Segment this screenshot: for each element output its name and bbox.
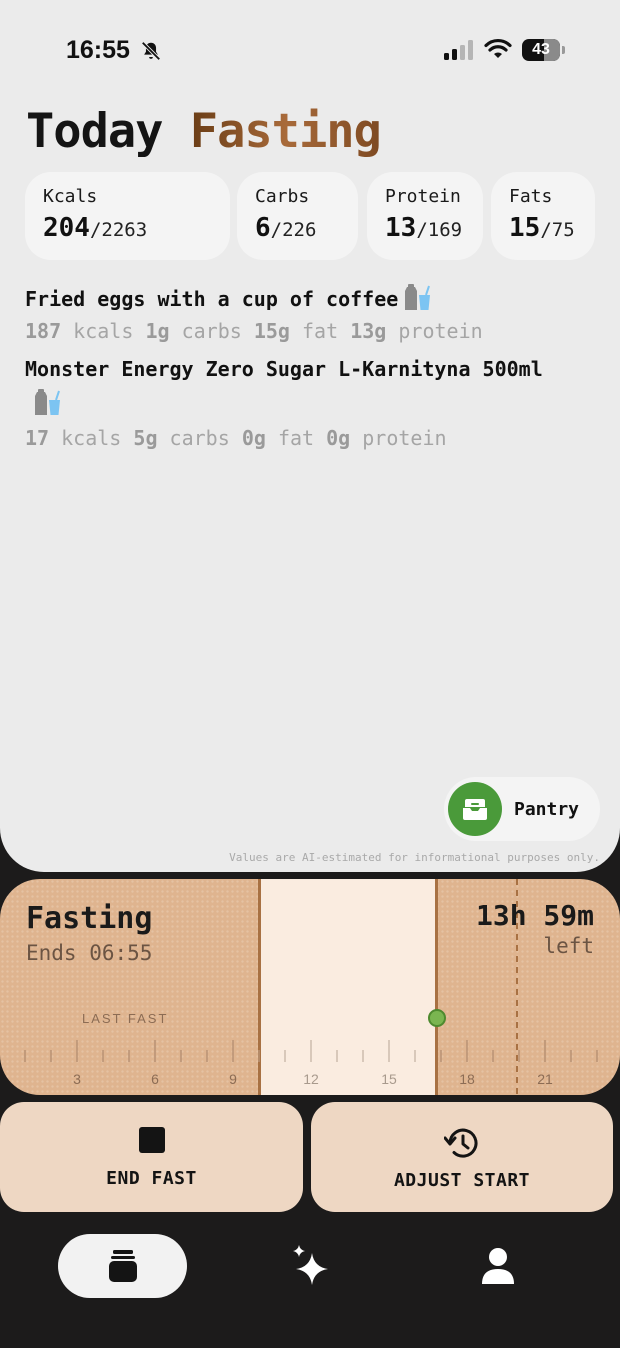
battery-level: 43 bbox=[532, 41, 550, 58]
status-time: 16:55 bbox=[66, 36, 130, 64]
food-item-name[interactable]: Fried eggs with a cup of coffee bbox=[25, 283, 434, 311]
fasting-remaining-label: left bbox=[543, 934, 594, 958]
cellular-signal-icon bbox=[444, 40, 473, 60]
timeline-hour-label: 12 bbox=[303, 1071, 319, 1087]
adjust-start-button[interactable]: ADJUST START bbox=[311, 1102, 613, 1212]
history-clock-icon bbox=[444, 1128, 478, 1158]
macro-value: 204 bbox=[43, 213, 90, 243]
current-time-marker bbox=[428, 1009, 446, 1027]
fasting-remaining-value: 13h 59m bbox=[475, 899, 594, 932]
fasting-ends-time: Ends 06:55 bbox=[26, 941, 153, 965]
macro-goal: /75 bbox=[540, 219, 575, 241]
macro-label: Fats bbox=[509, 186, 553, 207]
last-fast-label: LAST FAST bbox=[82, 1011, 169, 1026]
end-fast-button[interactable]: END FAST bbox=[0, 1102, 303, 1212]
fasting-title: Fasting bbox=[26, 901, 153, 936]
title-fasting: Fasting bbox=[189, 104, 382, 159]
wifi-icon bbox=[484, 38, 512, 58]
battery-indicator: 43 bbox=[522, 39, 565, 61]
macro-label: Protein bbox=[385, 186, 461, 207]
adjust-start-label: ADJUST START bbox=[393, 1170, 531, 1191]
fasting-remaining: 13h 59m left bbox=[476, 899, 594, 958]
timeline-hour-label: 15 bbox=[381, 1071, 397, 1087]
macro-card-kcals[interactable]: Kcals 204/2263 bbox=[25, 172, 230, 260]
macro-card-carbs[interactable]: Carbs 6/226 bbox=[237, 172, 358, 260]
status-bar: 16:55 43 bbox=[0, 0, 620, 100]
timeline-hour-label: 21 bbox=[537, 1071, 553, 1087]
timeline-hour-label: 6 bbox=[151, 1071, 159, 1087]
title-today: Today bbox=[26, 104, 163, 159]
timeline-hour-label: 9 bbox=[229, 1071, 237, 1087]
food-item-stats: 187 kcals 1g carbs 15g fat 13g protein bbox=[25, 319, 483, 343]
macro-goal: /169 bbox=[416, 219, 463, 241]
pantry-icon-circle bbox=[448, 782, 502, 836]
grocery-bag-drink-icon bbox=[405, 284, 431, 310]
macro-goal: /226 bbox=[270, 219, 317, 241]
macro-label: Kcals bbox=[43, 186, 98, 207]
macro-label: Carbs bbox=[255, 186, 310, 207]
food-name-text: Fried eggs with a cup of coffee bbox=[25, 287, 399, 311]
timeline-hour-label: 3 bbox=[73, 1071, 81, 1087]
pantry-label: Pantry bbox=[514, 799, 580, 820]
macro-card-fats[interactable]: Fats 15/75 bbox=[491, 172, 595, 260]
food-item-name[interactable]: Monster Energy Zero Sugar L-Karnityna 50… bbox=[25, 357, 543, 381]
fasting-card[interactable]: 3 6 9 12 15 18 21 Fasting Ends 06:55 13h 59m l… bbox=[0, 879, 620, 1095]
macro-value: 13 bbox=[385, 213, 417, 243]
macro-card-protein[interactable]: Protein 13/169 bbox=[367, 172, 483, 260]
grocery-bag-drink-icon bbox=[35, 389, 60, 415]
end-fast-label: END FAST bbox=[106, 1168, 197, 1189]
food-name-text: Monster Energy Zero Sugar L-Karnityna 50… bbox=[25, 357, 543, 381]
bell-slash-icon bbox=[141, 41, 161, 61]
macro-value: 6 bbox=[255, 213, 271, 243]
inbox-tray-icon bbox=[463, 799, 487, 820]
jar-icon bbox=[109, 1250, 137, 1282]
food-item-stats: 17 kcals 5g carbs 0g fat 0g protein bbox=[25, 426, 447, 450]
timeline-hour-label: 18 bbox=[459, 1071, 475, 1087]
macro-value: 15 bbox=[509, 213, 541, 243]
pantry-button[interactable]: Pantry bbox=[444, 777, 600, 841]
main-screen: 16:55 43 Today Fasting Kcals 204/2263 Ca… bbox=[0, 0, 620, 872]
page-title: Today Fasting bbox=[26, 104, 382, 159]
macro-goal: /2263 bbox=[89, 219, 148, 241]
ai-disclaimer: Values are AI-estimated for informationa… bbox=[229, 851, 600, 864]
stop-square-icon bbox=[138, 1127, 165, 1153]
sparkles-icon[interactable] bbox=[290, 1243, 332, 1289]
nav-home-tab[interactable] bbox=[58, 1234, 187, 1298]
person-icon[interactable] bbox=[480, 1246, 516, 1286]
